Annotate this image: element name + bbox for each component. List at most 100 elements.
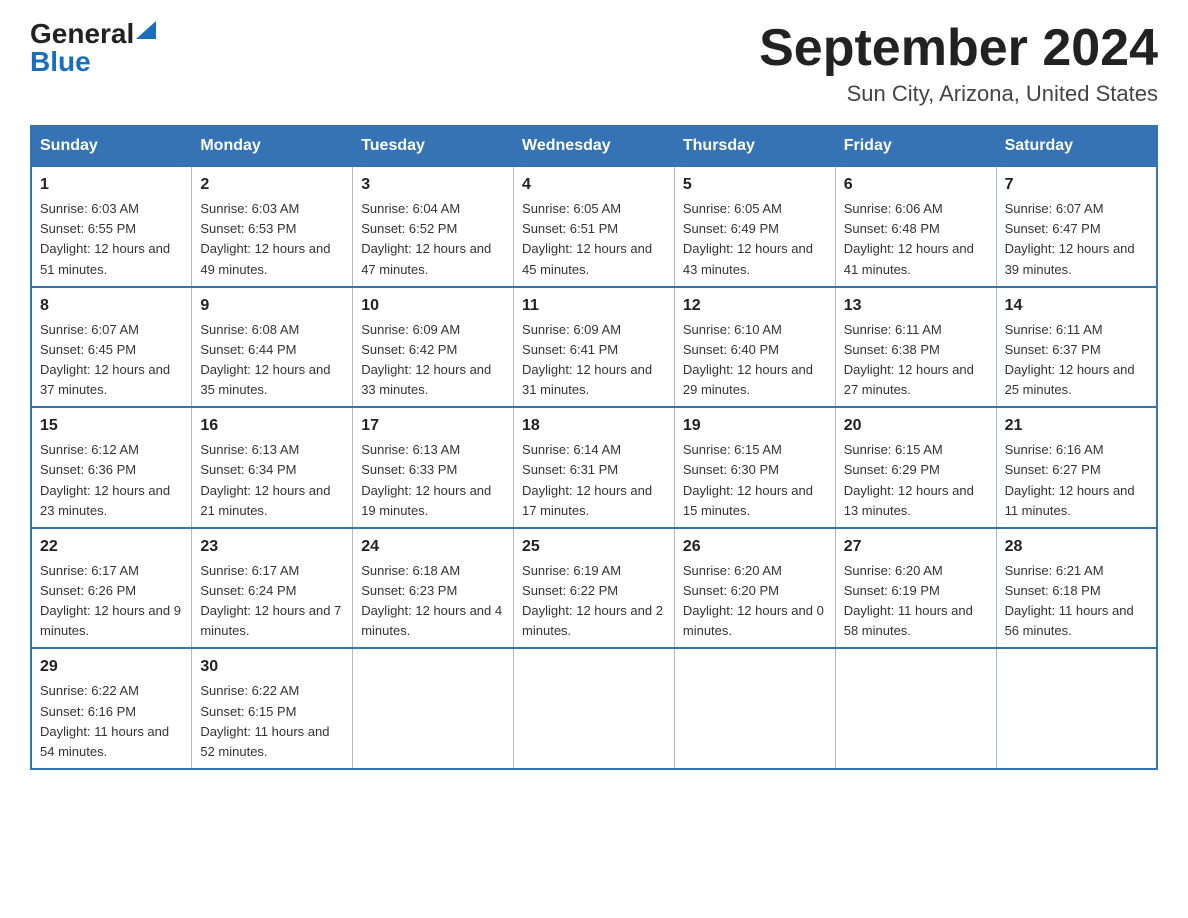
- calendar-cell: 4 Sunrise: 6:05 AMSunset: 6:51 PMDayligh…: [514, 166, 675, 287]
- logo: General Blue: [30, 20, 156, 76]
- calendar-week-row-4: 22 Sunrise: 6:17 AMSunset: 6:26 PMDaylig…: [31, 528, 1157, 649]
- day-info: Sunrise: 6:11 AMSunset: 6:37 PMDaylight:…: [1005, 322, 1135, 397]
- calendar-week-row-1: 1 Sunrise: 6:03 AMSunset: 6:55 PMDayligh…: [31, 166, 1157, 287]
- calendar-cell: 18 Sunrise: 6:14 AMSunset: 6:31 PMDaylig…: [514, 407, 675, 528]
- calendar-cell: 10 Sunrise: 6:09 AMSunset: 6:42 PMDaylig…: [353, 287, 514, 408]
- day-number: 14: [1005, 294, 1148, 318]
- day-info: Sunrise: 6:09 AMSunset: 6:42 PMDaylight:…: [361, 322, 491, 397]
- col-header-monday: Monday: [192, 126, 353, 166]
- calendar-cell: 7 Sunrise: 6:07 AMSunset: 6:47 PMDayligh…: [996, 166, 1157, 287]
- calendar-week-row-3: 15 Sunrise: 6:12 AMSunset: 6:36 PMDaylig…: [31, 407, 1157, 528]
- day-number: 20: [844, 414, 988, 438]
- calendar-cell: 14 Sunrise: 6:11 AMSunset: 6:37 PMDaylig…: [996, 287, 1157, 408]
- calendar-cell: 27 Sunrise: 6:20 AMSunset: 6:19 PMDaylig…: [835, 528, 996, 649]
- calendar-cell: 1 Sunrise: 6:03 AMSunset: 6:55 PMDayligh…: [31, 166, 192, 287]
- calendar-cell: [514, 648, 675, 769]
- day-info: Sunrise: 6:13 AMSunset: 6:34 PMDaylight:…: [200, 442, 330, 517]
- day-info: Sunrise: 6:12 AMSunset: 6:36 PMDaylight:…: [40, 442, 170, 517]
- day-number: 10: [361, 294, 505, 318]
- day-info: Sunrise: 6:19 AMSunset: 6:22 PMDaylight:…: [522, 563, 663, 638]
- day-info: Sunrise: 6:20 AMSunset: 6:19 PMDaylight:…: [844, 563, 973, 638]
- day-info: Sunrise: 6:21 AMSunset: 6:18 PMDaylight:…: [1005, 563, 1134, 638]
- day-number: 18: [522, 414, 666, 438]
- logo-general-text: General: [30, 20, 134, 48]
- calendar-cell: 6 Sunrise: 6:06 AMSunset: 6:48 PMDayligh…: [835, 166, 996, 287]
- day-number: 12: [683, 294, 827, 318]
- calendar-table: Sunday Monday Tuesday Wednesday Thursday…: [30, 125, 1158, 770]
- page-header: General Blue September 2024 Sun City, Ar…: [30, 20, 1158, 107]
- day-info: Sunrise: 6:07 AMSunset: 6:45 PMDaylight:…: [40, 322, 170, 397]
- logo-triangle-icon: [136, 21, 156, 39]
- calendar-cell: 21 Sunrise: 6:16 AMSunset: 6:27 PMDaylig…: [996, 407, 1157, 528]
- day-info: Sunrise: 6:14 AMSunset: 6:31 PMDaylight:…: [522, 442, 652, 517]
- calendar-cell: [674, 648, 835, 769]
- day-number: 26: [683, 535, 827, 559]
- day-info: Sunrise: 6:08 AMSunset: 6:44 PMDaylight:…: [200, 322, 330, 397]
- day-number: 15: [40, 414, 183, 438]
- day-info: Sunrise: 6:06 AMSunset: 6:48 PMDaylight:…: [844, 201, 974, 276]
- calendar-cell: 20 Sunrise: 6:15 AMSunset: 6:29 PMDaylig…: [835, 407, 996, 528]
- day-info: Sunrise: 6:05 AMSunset: 6:49 PMDaylight:…: [683, 201, 813, 276]
- calendar-cell: 17 Sunrise: 6:13 AMSunset: 6:33 PMDaylig…: [353, 407, 514, 528]
- day-number: 9: [200, 294, 344, 318]
- calendar-cell: 5 Sunrise: 6:05 AMSunset: 6:49 PMDayligh…: [674, 166, 835, 287]
- calendar-cell: 30 Sunrise: 6:22 AMSunset: 6:15 PMDaylig…: [192, 648, 353, 769]
- calendar-cell: 19 Sunrise: 6:15 AMSunset: 6:30 PMDaylig…: [674, 407, 835, 528]
- calendar-cell: 8 Sunrise: 6:07 AMSunset: 6:45 PMDayligh…: [31, 287, 192, 408]
- day-info: Sunrise: 6:15 AMSunset: 6:30 PMDaylight:…: [683, 442, 813, 517]
- day-number: 22: [40, 535, 183, 559]
- day-info: Sunrise: 6:07 AMSunset: 6:47 PMDaylight:…: [1005, 201, 1135, 276]
- col-header-sunday: Sunday: [31, 126, 192, 166]
- day-info: Sunrise: 6:18 AMSunset: 6:23 PMDaylight:…: [361, 563, 502, 638]
- day-number: 25: [522, 535, 666, 559]
- calendar-cell: 15 Sunrise: 6:12 AMSunset: 6:36 PMDaylig…: [31, 407, 192, 528]
- day-info: Sunrise: 6:15 AMSunset: 6:29 PMDaylight:…: [844, 442, 974, 517]
- day-number: 24: [361, 535, 505, 559]
- day-number: 21: [1005, 414, 1148, 438]
- calendar-cell: 3 Sunrise: 6:04 AMSunset: 6:52 PMDayligh…: [353, 166, 514, 287]
- day-number: 4: [522, 173, 666, 197]
- day-number: 17: [361, 414, 505, 438]
- day-number: 5: [683, 173, 827, 197]
- day-info: Sunrise: 6:17 AMSunset: 6:24 PMDaylight:…: [200, 563, 341, 638]
- day-number: 2: [200, 173, 344, 197]
- col-header-thursday: Thursday: [674, 126, 835, 166]
- day-info: Sunrise: 6:20 AMSunset: 6:20 PMDaylight:…: [683, 563, 824, 638]
- day-info: Sunrise: 6:03 AMSunset: 6:55 PMDaylight:…: [40, 201, 170, 276]
- calendar-cell: 25 Sunrise: 6:19 AMSunset: 6:22 PMDaylig…: [514, 528, 675, 649]
- col-header-tuesday: Tuesday: [353, 126, 514, 166]
- calendar-cell: 12 Sunrise: 6:10 AMSunset: 6:40 PMDaylig…: [674, 287, 835, 408]
- day-number: 16: [200, 414, 344, 438]
- day-info: Sunrise: 6:13 AMSunset: 6:33 PMDaylight:…: [361, 442, 491, 517]
- calendar-cell: [996, 648, 1157, 769]
- day-number: 28: [1005, 535, 1148, 559]
- calendar-cell: 11 Sunrise: 6:09 AMSunset: 6:41 PMDaylig…: [514, 287, 675, 408]
- calendar-cell: 26 Sunrise: 6:20 AMSunset: 6:20 PMDaylig…: [674, 528, 835, 649]
- day-number: 7: [1005, 173, 1148, 197]
- calendar-cell: 24 Sunrise: 6:18 AMSunset: 6:23 PMDaylig…: [353, 528, 514, 649]
- col-header-wednesday: Wednesday: [514, 126, 675, 166]
- calendar-cell: 28 Sunrise: 6:21 AMSunset: 6:18 PMDaylig…: [996, 528, 1157, 649]
- calendar-header-row: Sunday Monday Tuesday Wednesday Thursday…: [31, 126, 1157, 166]
- col-header-saturday: Saturday: [996, 126, 1157, 166]
- calendar-cell: 2 Sunrise: 6:03 AMSunset: 6:53 PMDayligh…: [192, 166, 353, 287]
- day-info: Sunrise: 6:17 AMSunset: 6:26 PMDaylight:…: [40, 563, 181, 638]
- calendar-cell: 9 Sunrise: 6:08 AMSunset: 6:44 PMDayligh…: [192, 287, 353, 408]
- calendar-cell: 13 Sunrise: 6:11 AMSunset: 6:38 PMDaylig…: [835, 287, 996, 408]
- day-number: 13: [844, 294, 988, 318]
- location-subtitle: Sun City, Arizona, United States: [759, 81, 1158, 107]
- day-info: Sunrise: 6:11 AMSunset: 6:38 PMDaylight:…: [844, 322, 974, 397]
- day-number: 6: [844, 173, 988, 197]
- calendar-cell: 29 Sunrise: 6:22 AMSunset: 6:16 PMDaylig…: [31, 648, 192, 769]
- day-info: Sunrise: 6:03 AMSunset: 6:53 PMDaylight:…: [200, 201, 330, 276]
- calendar-cell: 23 Sunrise: 6:17 AMSunset: 6:24 PMDaylig…: [192, 528, 353, 649]
- day-info: Sunrise: 6:22 AMSunset: 6:16 PMDaylight:…: [40, 683, 169, 758]
- calendar-cell: [353, 648, 514, 769]
- col-header-friday: Friday: [835, 126, 996, 166]
- day-info: Sunrise: 6:10 AMSunset: 6:40 PMDaylight:…: [683, 322, 813, 397]
- day-info: Sunrise: 6:22 AMSunset: 6:15 PMDaylight:…: [200, 683, 329, 758]
- title-area: September 2024 Sun City, Arizona, United…: [759, 20, 1158, 107]
- day-number: 30: [200, 655, 344, 679]
- day-number: 11: [522, 294, 666, 318]
- day-number: 29: [40, 655, 183, 679]
